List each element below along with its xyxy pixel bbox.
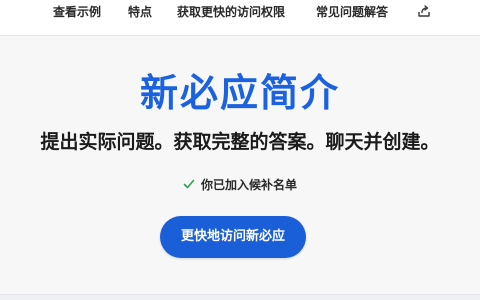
waitlist-status: 你已加入候补名单 xyxy=(0,176,480,194)
faster-access-button[interactable]: 更快地访问新必应 xyxy=(160,216,306,258)
nav-item-examples[interactable]: 查看示例 xyxy=(53,4,101,20)
waitlist-status-text: 你已加入候补名单 xyxy=(200,178,297,192)
nav-item-faq[interactable]: 常见问题解答 xyxy=(316,4,388,20)
check-icon xyxy=(183,177,195,189)
hero-title: 新必应简介 xyxy=(139,71,340,115)
hero-subtitle: 提出实际问题。获取完整的答案。聊天并创建。 xyxy=(40,131,440,153)
bottom-divider xyxy=(0,294,480,300)
nav-item-faster-access[interactable]: 获取更快的访问权限 xyxy=(177,4,285,20)
top-navigation: 查看示例 特点 获取更快的访问权限 常见问题解答 xyxy=(0,0,480,36)
nav-item-features[interactable]: 特点 xyxy=(128,4,152,20)
share-icon[interactable] xyxy=(416,3,432,19)
